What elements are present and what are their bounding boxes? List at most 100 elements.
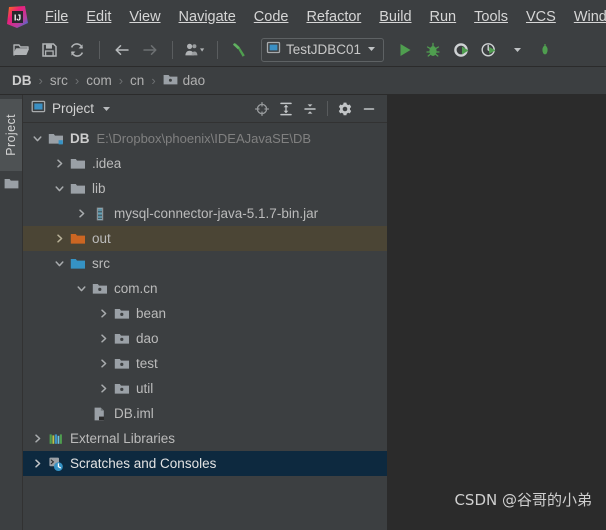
menu-item-vcs[interactable]: VCS	[517, 6, 565, 28]
tree-row-util-label: util	[136, 381, 154, 396]
profiler-dropdown-icon[interactable]	[504, 37, 530, 63]
chevron-right-icon[interactable]	[97, 357, 110, 370]
tree-row-idea[interactable]: .idea	[23, 151, 387, 176]
chevron-down-icon[interactable]	[366, 41, 377, 59]
breadcrumb-item-cn[interactable]: cn	[130, 73, 144, 88]
folder-gray-icon	[69, 155, 86, 172]
collapse-all-icon[interactable]	[298, 98, 322, 120]
project-tree: DB E:\Dropbox\phoenix\IDEAJavaSE\DB .ide…	[23, 123, 387, 530]
chevron-right-icon[interactable]	[53, 232, 66, 245]
menu-item-code[interactable]: Code	[245, 6, 298, 28]
tree-row-db-iml-label: DB.iml	[114, 406, 154, 421]
chevron-right-icon[interactable]	[31, 457, 44, 470]
tree-row-src[interactable]: src	[23, 251, 387, 276]
package-folder-icon	[163, 73, 178, 89]
chevron-down-icon[interactable]	[31, 132, 44, 145]
chevron-right-icon[interactable]	[97, 382, 110, 395]
breadcrumb-item-dao-label: dao	[182, 73, 206, 88]
menu-item-file-label: File	[45, 8, 69, 25]
project-panel-dropdown-icon[interactable]	[94, 98, 118, 120]
menu-item-refactor-label: Refactor	[306, 8, 362, 25]
debug-icon[interactable]	[420, 37, 446, 63]
tree-row-db[interactable]: DB E:\Dropbox\phoenix\IDEAJavaSE\DB	[23, 126, 387, 151]
tree-row-out[interactable]: out	[23, 226, 387, 251]
expand-all-icon[interactable]	[274, 98, 298, 120]
tree-row-dao-label: dao	[136, 331, 159, 346]
forward-arrow-icon[interactable]	[137, 37, 163, 63]
project-view-icon	[31, 99, 46, 119]
watermark-text: CSDN @谷哥的小弟	[454, 491, 592, 509]
package-folder-icon	[113, 355, 130, 372]
breadcrumb-item-src[interactable]: src	[50, 73, 68, 88]
locate-target-icon[interactable]	[250, 98, 274, 120]
chevron-right-icon[interactable]	[75, 207, 88, 220]
tree-row-util[interactable]: util	[23, 376, 387, 401]
vcs-user-icon[interactable]	[182, 37, 208, 63]
tree-row-external-libraries[interactable]: External Libraries	[23, 426, 387, 451]
package-folder-icon	[91, 280, 108, 297]
tree-row-mysql-connector-jar[interactable]: mysql-connector-java-5.1.7-bin.jar	[23, 201, 387, 226]
chevron-right-icon[interactable]	[97, 332, 110, 345]
menu-item-build[interactable]: Build	[370, 6, 420, 28]
chevron-right-icon[interactable]	[97, 307, 110, 320]
tree-row-test-label: test	[136, 356, 158, 371]
main-toolbar: TestJDBC01	[0, 33, 606, 67]
more-toolbar-icon[interactable]	[532, 37, 558, 63]
menu-item-file[interactable]: File	[36, 6, 77, 28]
save-all-icon[interactable]	[36, 37, 62, 63]
menu-item-run[interactable]: Run	[421, 6, 466, 28]
build-hammer-icon[interactable]	[227, 37, 253, 63]
open-project-icon[interactable]	[8, 37, 34, 63]
tree-row-out-label: out	[92, 231, 111, 246]
menu-item-view[interactable]: View	[120, 6, 169, 28]
tree-row-test[interactable]: test	[23, 351, 387, 376]
package-folder-icon	[113, 330, 130, 347]
coverage-icon[interactable]	[448, 37, 474, 63]
breadcrumb-item-db[interactable]: DB	[12, 73, 32, 88]
tree-row-com-cn[interactable]: com.cn	[23, 276, 387, 301]
tree-row-bean-label: bean	[136, 306, 167, 321]
breadcrumb-separator: ›	[118, 73, 124, 88]
menu-item-refactor[interactable]: Refactor	[297, 6, 370, 28]
toolbar-separator-3	[217, 40, 218, 59]
editor-area[interactable]: CSDN @谷哥的小弟	[388, 95, 606, 530]
chevron-down-icon[interactable]	[53, 182, 66, 195]
tree-row-db-iml[interactable]: DB.iml	[23, 401, 387, 426]
tree-row-dao[interactable]: dao	[23, 326, 387, 351]
menu-item-build-label: Build	[379, 8, 412, 25]
chevron-right-icon[interactable]	[31, 432, 44, 445]
breadcrumb-separator: ›	[151, 73, 156, 88]
tree-row-lib[interactable]: lib	[23, 176, 387, 201]
tool-window-tab-project-label: Project	[4, 114, 18, 156]
folder-blue-icon	[69, 255, 86, 272]
breadcrumb-item-com[interactable]: com	[86, 73, 112, 88]
run-icon[interactable]	[392, 37, 418, 63]
tree-row-bean[interactable]: bean	[23, 301, 387, 326]
package-folder-icon	[113, 380, 130, 397]
tree-row-mysql-connector-jar-label: mysql-connector-java-5.1.7-bin.jar	[114, 206, 319, 221]
menu-item-tools[interactable]: Tools	[465, 6, 517, 28]
sync-refresh-icon[interactable]	[64, 37, 90, 63]
tree-row-scratches-and-consoles-label: Scratches and Consoles	[70, 456, 217, 471]
tool-window-tab-project[interactable]: Project	[0, 99, 22, 171]
minimize-icon[interactable]	[357, 98, 381, 120]
menu-item-tools-label: Tools	[474, 8, 508, 25]
back-arrow-icon[interactable]	[109, 37, 135, 63]
settings-gear-icon[interactable]	[333, 98, 357, 120]
menu-item-navigate[interactable]: Navigate	[170, 6, 245, 28]
breadcrumb-item-dao[interactable]: dao	[163, 73, 206, 89]
tree-row-db-path: E:\Dropbox\phoenix\IDEAJavaSE\DB	[96, 131, 312, 146]
menu-item-edit[interactable]: Edit	[77, 6, 120, 28]
toolbar-separator-2	[172, 40, 173, 59]
chevron-down-icon[interactable]	[75, 282, 88, 295]
run-config-label: TestJDBC01	[286, 42, 362, 57]
chevron-down-icon[interactable]	[53, 257, 66, 270]
tree-row-external-libraries-label: External Libraries	[70, 431, 176, 446]
run-config-icon	[266, 40, 281, 60]
profiler-icon[interactable]	[476, 37, 502, 63]
chevron-right-icon[interactable]	[53, 157, 66, 170]
menu-item-window[interactable]: Window	[565, 6, 606, 28]
tree-row-scratches-and-consoles[interactable]: Scratches and Consoles	[23, 451, 387, 476]
run-configuration-selector[interactable]: TestJDBC01	[261, 37, 385, 62]
toolbar-separator-1	[99, 40, 100, 59]
